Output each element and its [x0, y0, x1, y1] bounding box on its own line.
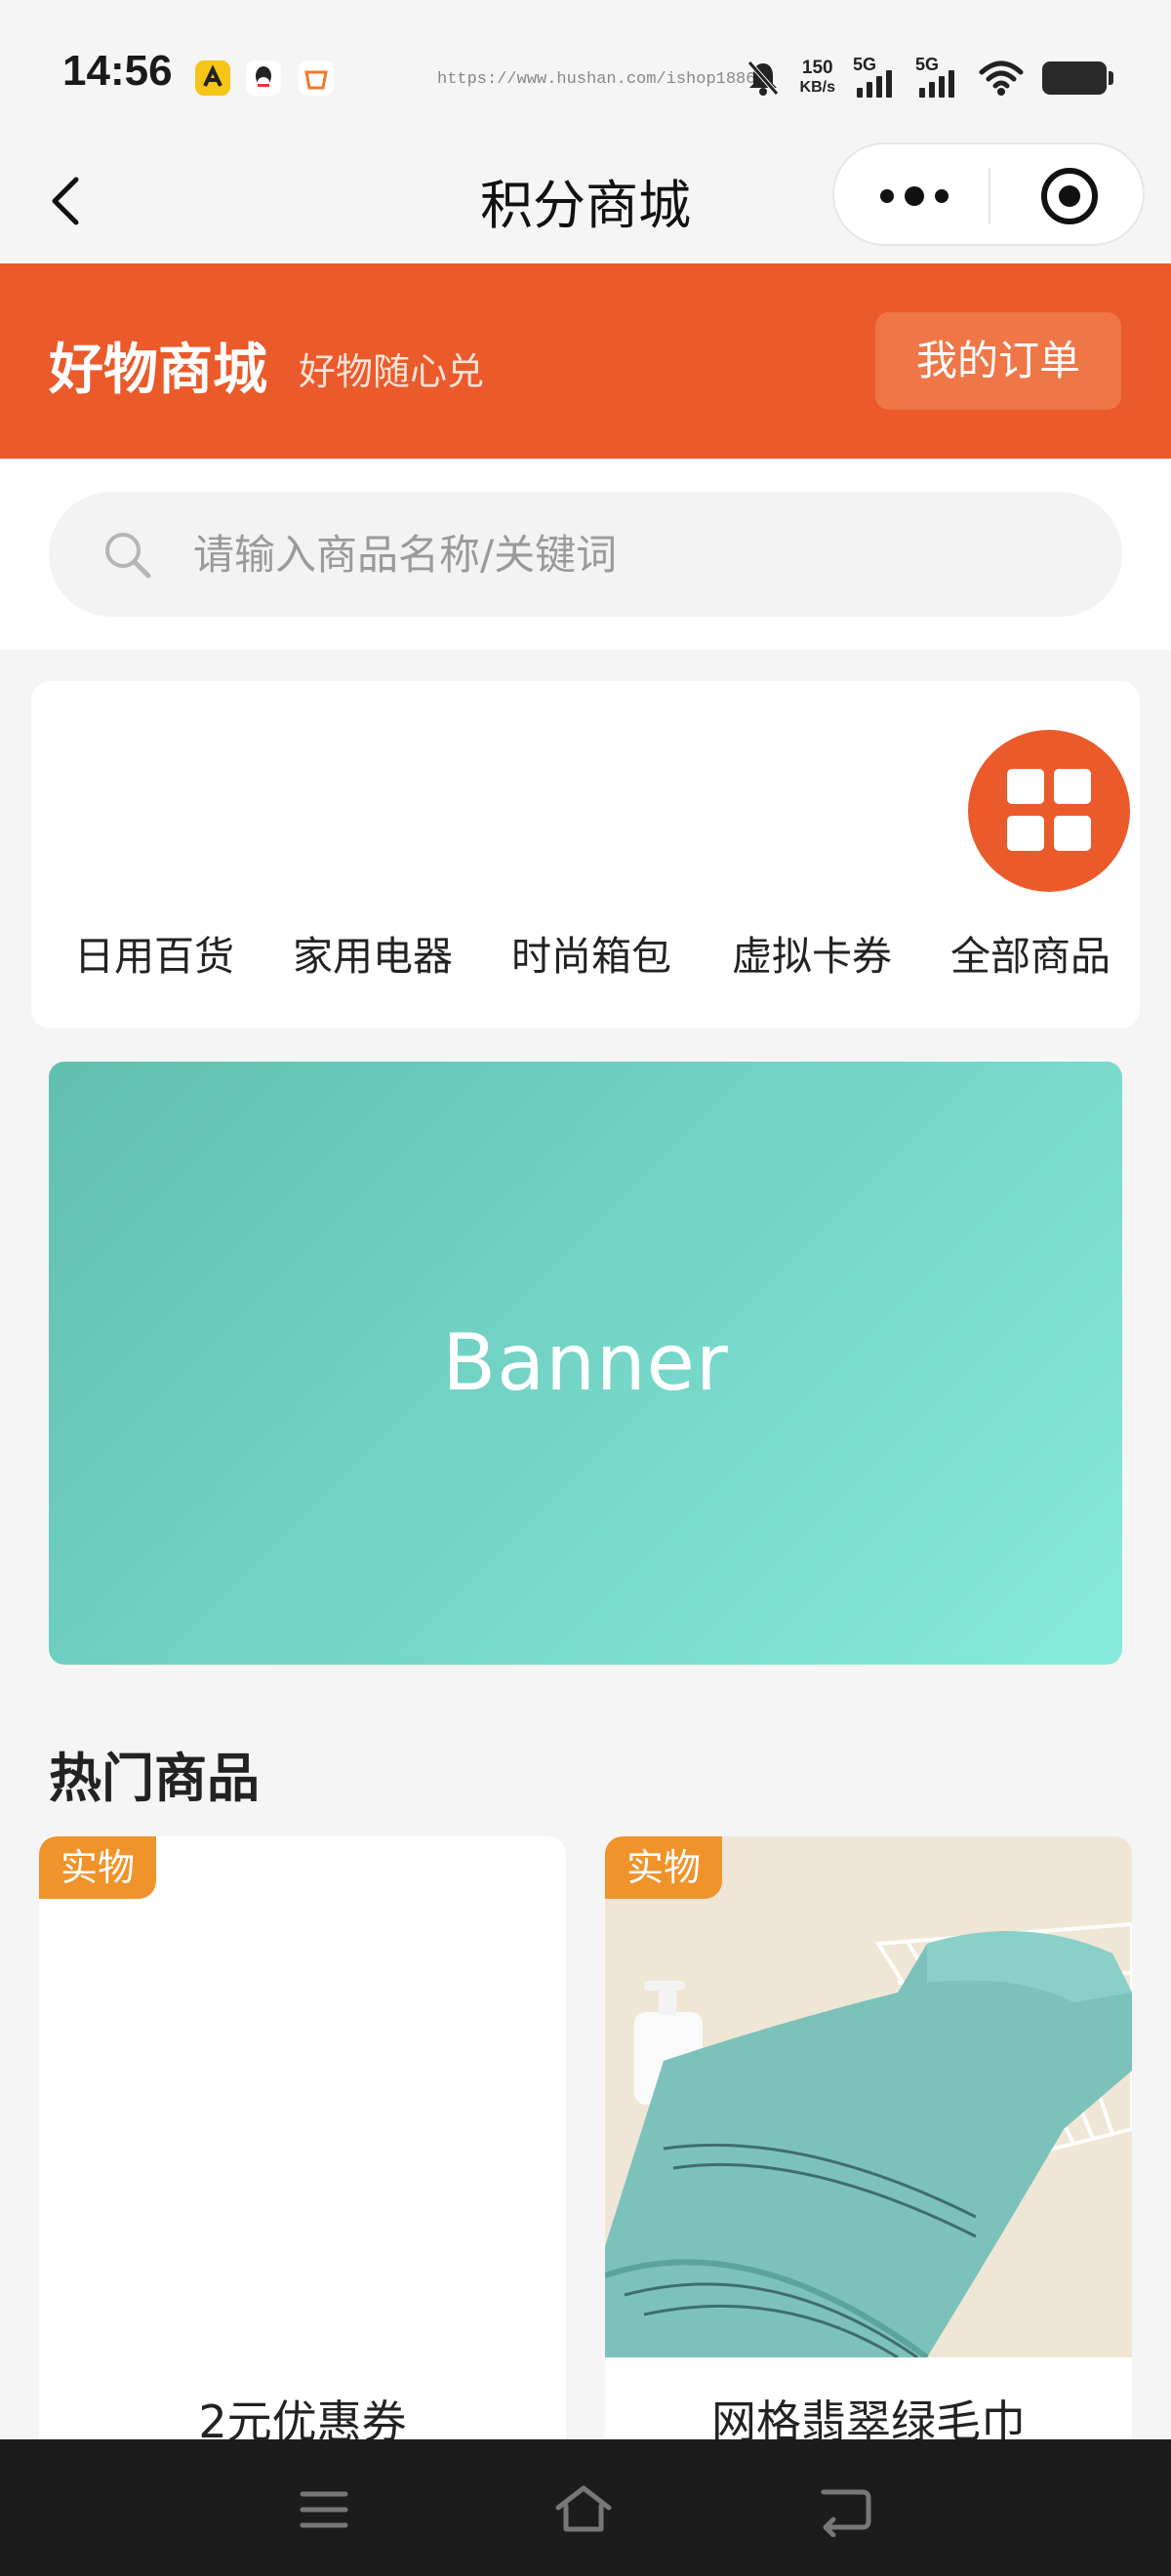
product-tag: 实物	[39, 1836, 156, 1899]
sim2-label: 5G	[915, 55, 940, 74]
shop-subtitle: 好物随心兑	[299, 350, 485, 393]
search-icon	[105, 533, 151, 579]
notification-app-icon	[195, 60, 230, 96]
category-label: 家用电器	[293, 933, 453, 980]
battery-icon	[1042, 61, 1113, 95]
grid-icon	[968, 730, 1130, 892]
product-tag: 实物	[605, 1836, 722, 1899]
my-orders-button[interactable]: 我的订单	[875, 312, 1121, 410]
target-circle-icon	[1041, 168, 1098, 224]
category-item-appliances[interactable]: 家用电器	[265, 681, 480, 1028]
category-item-all-products[interactable]: 全部商品	[923, 681, 1138, 1028]
banner-text: Banner	[442, 1317, 729, 1408]
more-dots-icon	[880, 186, 949, 206]
search-input[interactable]	[193, 492, 1071, 617]
net-speed-unit: KB/s	[799, 79, 835, 96]
status-time: 14:56	[62, 47, 173, 95]
mute-bell-icon	[747, 60, 779, 96]
category-label: 全部商品	[950, 933, 1110, 980]
home-button[interactable]	[554, 2482, 613, 2537]
net-speed: 150 KB/s	[800, 59, 835, 98]
search-section	[0, 459, 1171, 650]
shop-title: 好物商城	[49, 339, 267, 402]
signal-sim2-icon: 5G	[915, 55, 960, 101]
product-image	[39, 1836, 566, 2357]
close-mini-program-button[interactable]	[1039, 166, 1100, 226]
wifi-icon	[979, 60, 1024, 96]
product-image-towel	[605, 1836, 1132, 2360]
category-item-virtual-coupons[interactable]: 虚拟卡券	[705, 681, 919, 1028]
category-label: 日用百货	[74, 933, 234, 980]
menu-button[interactable]	[295, 2482, 353, 2537]
shop-header: 好物商城 好物随心兑 我的订单	[0, 263, 1171, 459]
category-item-daily-goods[interactable]: 日用百货	[47, 681, 262, 1028]
category-card: 日用百货 家用电器 时尚箱包 虚拟卡券 全部商品	[31, 681, 1140, 1028]
category-label: 虚拟卡券	[732, 933, 892, 980]
menu-icon	[300, 2491, 348, 2528]
status-indicators: 150 KB/s 5G 5G	[744, 55, 1113, 101]
hot-products-title: 热门商品	[49, 1748, 260, 1809]
app-notification-icon	[299, 60, 334, 96]
system-nav-bar	[0, 2439, 1171, 2576]
signal-sim1-icon: 5G	[853, 55, 898, 101]
home-icon	[555, 2485, 612, 2532]
qq-icon	[246, 60, 281, 96]
nav-bar: 积分商城	[0, 137, 1171, 263]
back-nav-button[interactable]	[816, 2482, 874, 2538]
promo-banner[interactable]: Banner	[49, 1062, 1122, 1665]
sim1-label: 5G	[853, 55, 877, 74]
return-icon	[821, 2489, 871, 2538]
status-url: https://www.hushan.com/ishop18862	[437, 70, 766, 89]
category-item-fashion-bags[interactable]: 时尚箱包	[484, 681, 699, 1028]
more-button[interactable]	[875, 181, 953, 211]
category-label: 时尚箱包	[511, 933, 671, 980]
capsule-divider	[989, 168, 990, 224]
status-bar: 14:56 https://www.hushan.com/ishop18862 …	[0, 0, 1171, 137]
search-bar[interactable]	[49, 492, 1122, 617]
mini-program-capsule	[832, 142, 1145, 246]
net-speed-value: 150	[801, 58, 833, 78]
